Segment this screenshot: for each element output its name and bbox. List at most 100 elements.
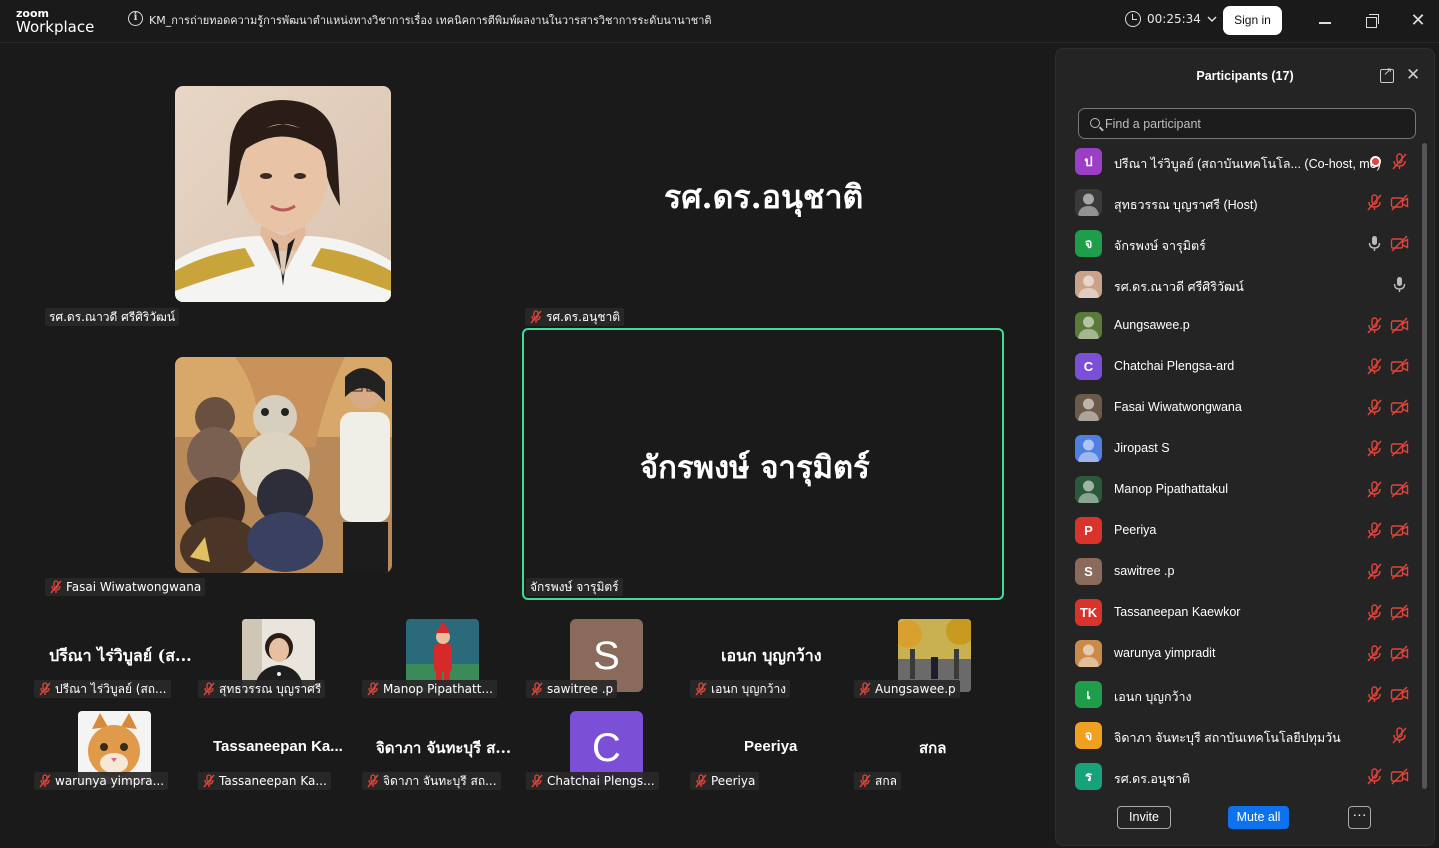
portrait-image — [175, 86, 391, 302]
video-off-icon[interactable] — [1390, 603, 1409, 622]
label-text: Peeriya — [711, 774, 756, 788]
video-off-icon[interactable] — [1390, 562, 1409, 581]
label-text: รศ.ดร.อนุชาติ — [546, 310, 621, 324]
more-options-button[interactable]: ··· — [1348, 806, 1371, 829]
participant-row[interactable]: Jiropast S — [1056, 428, 1421, 469]
participant-row[interactable]: Fasai Wiwatwongwana — [1056, 387, 1421, 428]
participant-row[interactable]: warunya yimpradit — [1056, 633, 1421, 674]
mic-muted-icon[interactable] — [1365, 603, 1384, 622]
mic-muted-icon[interactable] — [1390, 152, 1409, 171]
mic-muted-icon[interactable] — [1365, 193, 1384, 212]
popout-icon[interactable] — [1380, 65, 1394, 83]
label-text: ปรีณา ไร่วิบูลย์ (สถ... — [55, 682, 167, 696]
search-icon — [1090, 118, 1100, 128]
mute-all-button[interactable]: Mute all — [1228, 806, 1289, 829]
participant-label: สกล — [854, 772, 901, 790]
participant-row[interactable]: ป ปรีณา ไร่วิบูลย์ (สถาบันเทคโนโล... (Co-… — [1056, 141, 1421, 182]
label-text: sawitree .p — [547, 682, 614, 696]
participant-name-display: จักรพงษ์ จารุมิตร์ — [640, 450, 870, 486]
mic-muted-icon[interactable] — [1365, 439, 1384, 458]
label-text: Chatchai Plengs... — [547, 774, 655, 788]
avatar: จ — [1075, 230, 1102, 257]
mic-icon[interactable] — [1365, 234, 1384, 253]
mic-muted-icon[interactable] — [1365, 316, 1384, 335]
participant-row[interactable]: C Chatchai Plengsa-ard — [1056, 346, 1421, 387]
participant-name-display: จิดาภา จันทะบุรี ส... — [376, 739, 512, 757]
scrollbar[interactable] — [1422, 143, 1427, 789]
participant-row[interactable]: Ssawitree .p — [1056, 551, 1421, 592]
video-off-icon[interactable] — [1390, 234, 1409, 253]
participant-row[interactable]: P Peeriya — [1056, 510, 1421, 551]
participant-row[interactable]: Manop Pipathattakul — [1056, 469, 1421, 510]
restore-icon[interactable] — [1362, 12, 1382, 32]
sign-in-button[interactable]: Sign in — [1223, 6, 1282, 35]
video-off-icon[interactable] — [1390, 521, 1409, 540]
video-off-icon[interactable] — [1390, 398, 1409, 417]
logo-bottom-text: Workplace — [16, 18, 95, 36]
avatar: TK — [1075, 599, 1102, 626]
video-off-icon[interactable] — [1390, 685, 1409, 704]
participant-row[interactable]: Aungsawee.p — [1056, 305, 1421, 346]
participant-name: warunya yimpradit — [1114, 646, 1216, 660]
mic-muted-icon[interactable] — [1365, 480, 1384, 499]
avatar: ร — [1075, 763, 1102, 790]
mic-icon[interactable] — [1390, 275, 1409, 294]
close-panel-icon[interactable]: ✕ — [1406, 65, 1420, 85]
avatar — [1075, 476, 1102, 503]
timer-text: 00:25:34 — [1147, 12, 1201, 26]
participant-search[interactable] — [1078, 108, 1416, 139]
avatar: จ — [1075, 722, 1102, 749]
invite-button[interactable]: Invite — [1117, 806, 1171, 829]
avatar — [1075, 640, 1102, 667]
participant-row[interactable]: จ จิดาภา จันทะบุรี สถาบันเทคโนโลยีปทุมวัน — [1056, 715, 1421, 756]
participant-label: ปรีณา ไร่วิบูลย์ (สถ... — [34, 680, 171, 698]
recording-icon — [1370, 156, 1381, 167]
label-text: รศ.ดร.ณาวดี ศรีศิริวัฒน์ — [49, 310, 176, 324]
minimize-icon[interactable] — [1316, 12, 1336, 32]
participant-row[interactable]: TK Tassaneepan Kaewkor — [1056, 592, 1421, 633]
close-icon[interactable]: ✕ — [1408, 12, 1428, 32]
label-text: จักรพงษ์ จารุมิตร์ — [530, 580, 619, 594]
participant-row[interactable]: จ จักรพงษ์ จารุมิตร์ — [1056, 223, 1421, 264]
mic-muted-icon[interactable] — [1365, 562, 1384, 581]
video-off-icon[interactable] — [1390, 480, 1409, 499]
label-text: Fasai Wiwatwongwana — [66, 580, 202, 594]
mic-muted-icon[interactable] — [1390, 726, 1409, 745]
participant-row[interactable]: รศ.ดร.ณาวดี ศรีศิริวัฒน์ — [1056, 264, 1421, 305]
search-input[interactable] — [1105, 109, 1405, 138]
mic-muted-icon[interactable] — [1365, 398, 1384, 417]
video-off-icon[interactable] — [1390, 767, 1409, 786]
video-off-icon[interactable] — [1390, 644, 1409, 663]
participant-name: จิดาภา จันทะบุรี สถาบันเทคโนโลยีปทุมวัน — [1114, 731, 1341, 745]
label-text: เอนก บุญกว้าง — [711, 682, 787, 696]
video-off-icon[interactable] — [1390, 316, 1409, 335]
mic-muted-icon[interactable] — [1365, 357, 1384, 376]
mic-muted-icon[interactable] — [1365, 521, 1384, 540]
mic-muted-icon — [202, 774, 216, 788]
participant-name: Peeriya — [1114, 523, 1157, 537]
label-text: warunya yimpra... — [55, 774, 165, 788]
mic-muted-icon — [858, 774, 872, 788]
avatar: เ — [1075, 681, 1102, 708]
participant-name: Jiropast S — [1114, 441, 1170, 455]
info-icon[interactable]: i — [128, 11, 143, 26]
mic-muted-icon — [366, 774, 380, 788]
participant-row[interactable]: เ เอนก บุญกว้าง — [1056, 674, 1421, 715]
mic-muted-icon[interactable] — [1365, 767, 1384, 786]
video-off-icon[interactable] — [1390, 439, 1409, 458]
participant-label: เอนก บุญกว้าง — [690, 680, 791, 698]
mic-muted-icon[interactable] — [1365, 685, 1384, 704]
participant-video-fasai[interactable] — [175, 357, 392, 573]
label-text: จิดาภา จันทะบุรี สถ... — [383, 774, 497, 788]
participant-video-narawadee[interactable] — [175, 86, 391, 302]
participant-name-display: Peeriya — [744, 738, 798, 755]
participant-row[interactable]: สุทธวรรณ บุญราศรี (Host) — [1056, 182, 1421, 223]
mic-muted-icon[interactable] — [1365, 644, 1384, 663]
meeting-timer[interactable]: 00:25:34 — [1125, 11, 1217, 27]
avatar — [1075, 189, 1102, 216]
meeting-title: KM_การถ่ายทอดความรู้การพัฒนาตำแหน่งทางวิ… — [149, 14, 712, 27]
video-off-icon[interactable] — [1390, 357, 1409, 376]
video-off-icon[interactable] — [1390, 193, 1409, 212]
participant-label: Tassaneepan Ka... — [198, 772, 331, 790]
participant-row[interactable]: ร รศ.ดร.อนุชาติ — [1056, 756, 1421, 797]
